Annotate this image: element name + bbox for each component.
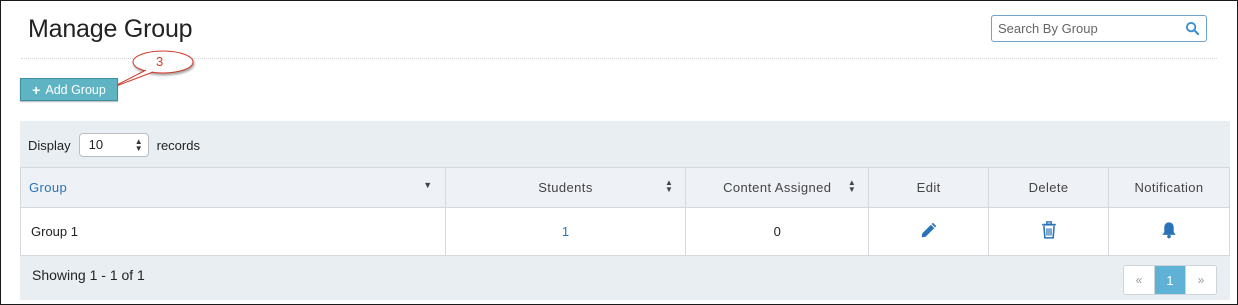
table-row: Group 1 1 0	[20, 207, 1230, 256]
column-header-content-assigned[interactable]: Content Assigned ▲ ▼	[685, 167, 870, 208]
students-count-cell: 1	[444, 207, 687, 256]
pagination-page-button[interactable]: 1	[1154, 266, 1185, 294]
bell-icon[interactable]	[1160, 221, 1178, 239]
plus-icon: +	[32, 81, 41, 98]
group-table-panel: Display 10 ▲▼ records Group ▼ Students	[20, 121, 1230, 300]
page-frame: Manage Group 3 + Add Group Display 10 ▲▼…	[0, 0, 1238, 305]
column-header-edit: Edit	[868, 167, 990, 208]
search-box[interactable]	[991, 15, 1207, 42]
add-group-label: Add Group	[45, 82, 106, 97]
column-header-students[interactable]: Students ▲ ▼	[444, 167, 687, 208]
column-header-group[interactable]: Group ▼	[20, 167, 446, 208]
records-per-page: Display 10 ▲ ▼ records	[28, 133, 200, 157]
column-header-notification: Notification	[1108, 167, 1230, 208]
column-header-delete: Delete	[988, 167, 1110, 208]
pagination: « 1 »	[1123, 265, 1217, 295]
pagination-summary: Showing 1 - 1 of 1	[32, 267, 145, 283]
trash-icon[interactable]	[1041, 221, 1057, 239]
sort-icon: ▲ ▼	[665, 178, 674, 194]
sort-desc-icon: ▼	[423, 180, 433, 190]
page-title: Manage Group	[28, 15, 193, 43]
edit-cell	[868, 207, 990, 256]
notification-cell	[1108, 207, 1230, 256]
select-arrows-icon: ▲ ▼	[134, 137, 143, 153]
callout-number: 3	[156, 54, 164, 69]
pagination-next-button[interactable]: »	[1185, 266, 1216, 294]
table-header-row: Group ▼ Students ▲ ▼ Content Assigned ▲ ▼ …	[20, 167, 1230, 208]
delete-cell	[988, 207, 1110, 256]
group-name-cell: Group 1	[20, 207, 446, 256]
records-label: records	[156, 137, 200, 153]
records-select-value: 10	[88, 137, 104, 152]
sort-icon: ▲ ▼	[847, 178, 857, 194]
pencil-icon[interactable]	[920, 221, 938, 239]
content-assigned-cell: 0	[685, 207, 870, 256]
records-select[interactable]: 10 ▲ ▼	[78, 133, 149, 157]
search-icon[interactable]	[1185, 21, 1200, 36]
students-count-link[interactable]: 1	[562, 224, 569, 239]
search-input[interactable]	[992, 16, 1178, 41]
pagination-prev-button[interactable]: «	[1124, 266, 1154, 294]
add-group-button[interactable]: + Add Group	[20, 78, 118, 101]
display-label: Display	[28, 137, 71, 153]
groups-table: Group ▼ Students ▲ ▼ Content Assigned ▲ ▼ …	[20, 167, 1230, 256]
